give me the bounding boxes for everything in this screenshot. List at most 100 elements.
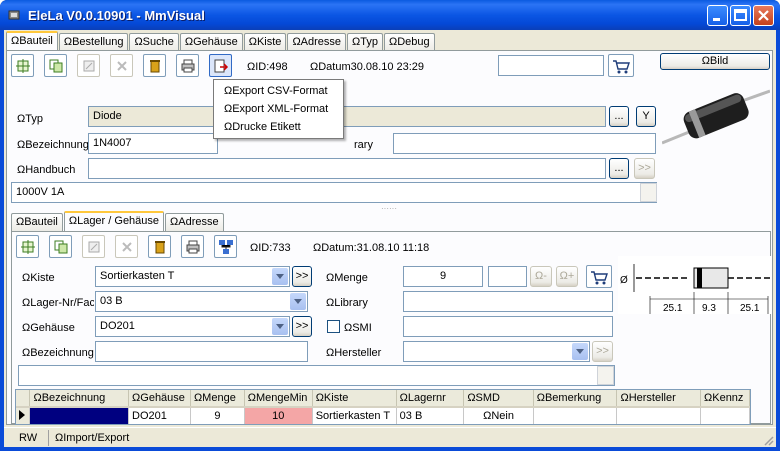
new-record-button[interactable] <box>11 54 34 77</box>
col-lagernr[interactable]: ΩLagernr <box>396 390 465 408</box>
tab-bestellung[interactable]: ΩBestellung <box>58 33 129 51</box>
typ-y-button[interactable]: Y <box>636 106 656 127</box>
lager-network-button[interactable] <box>214 235 237 258</box>
tab-suche[interactable]: ΩSuche <box>129 33 179 51</box>
lager-nr-dropdown[interactable]: 03 B <box>95 291 308 312</box>
col-gehaeuse[interactable]: ΩGehäuse <box>128 390 191 408</box>
app-window: EleLa V0.0.10901 - MmVisual ΩBauteil ΩBe… <box>0 0 780 451</box>
cancel-record-button[interactable] <box>110 54 133 77</box>
col-bezeichnung[interactable]: ΩBezeichnung <box>29 390 130 408</box>
lager-bezeichnung-field[interactable] <box>95 341 308 362</box>
smd-checkbox[interactable] <box>327 320 340 333</box>
copy-record-button[interactable] <box>44 54 67 77</box>
cell-mengemin[interactable]: 10 <box>244 407 313 424</box>
tab-debug[interactable]: ΩDebug <box>383 33 435 51</box>
menu-export-xml[interactable]: ΩExport XML-Format <box>214 101 343 119</box>
splitter-bottom[interactable]: ······ <box>381 381 397 390</box>
subtab-lager-gehaeuse[interactable]: ΩLager / Gehäuse <box>63 211 165 231</box>
col-kiste[interactable]: ΩKiste <box>312 390 397 408</box>
export-menu: ΩExport CSV-Format ΩExport XML-Format ΩD… <box>213 79 344 139</box>
menge-minus-button[interactable]: Ω- <box>530 266 552 287</box>
menu-export-csv[interactable]: ΩExport CSV-Format <box>214 83 343 101</box>
col-kennz[interactable]: ΩKennz <box>700 390 750 408</box>
search-field[interactable] <box>498 55 604 76</box>
cart-button[interactable] <box>608 54 634 77</box>
hersteller-open-button[interactable]: >> <box>592 341 613 362</box>
cell-kennz[interactable] <box>700 407 750 424</box>
handbuch-browse-button[interactable]: ... <box>609 158 629 179</box>
chevron-down-icon[interactable] <box>272 268 288 285</box>
col-menge[interactable]: ΩMenge <box>190 390 245 408</box>
edit-record-button[interactable] <box>77 54 100 77</box>
menge-step-field[interactable] <box>488 266 527 287</box>
close-button[interactable] <box>753 5 774 26</box>
grid-header-row: ΩBezeichnung ΩGehäuse ΩMenge ΩMengeMin Ω… <box>16 390 750 408</box>
chevron-down-icon[interactable] <box>272 318 288 335</box>
shopping-cart-icon <box>613 60 630 74</box>
lager-notes-scrollbar[interactable] <box>597 366 614 385</box>
cell-gehaeuse[interactable]: DO201 <box>128 407 191 424</box>
export-icon <box>214 59 229 73</box>
lager-grid[interactable]: ΩBezeichnung ΩGehäuse ΩMenge ΩMengeMin Ω… <box>15 389 751 425</box>
hersteller-dropdown[interactable] <box>403 341 590 362</box>
gehaeuse-dropdown[interactable]: DO201 <box>95 316 290 337</box>
tab-bauteil[interactable]: ΩBauteil <box>6 31 58 51</box>
cell-kiste[interactable]: Sortierkasten T <box>312 407 397 424</box>
chevron-down-icon[interactable] <box>572 343 588 360</box>
chevron-down-icon[interactable] <box>290 293 306 310</box>
lager-library-field[interactable] <box>403 291 613 312</box>
col-hersteller[interactable]: ΩHersteller <box>616 390 702 408</box>
handbuch-field[interactable] <box>88 158 606 179</box>
menge-plus-button[interactable]: Ω+ <box>556 266 578 287</box>
cell-lagernr[interactable]: 03 B <box>396 407 465 424</box>
cell-smd[interactable]: ΩNein <box>463 407 534 424</box>
beschreibung-scrollbar[interactable] <box>640 183 657 202</box>
cell-menge[interactable]: 9 <box>190 407 245 424</box>
splitter-top[interactable]: ······ <box>381 204 397 213</box>
cell-bezeichnung[interactable] <box>29 407 130 424</box>
cell-hersteller[interactable] <box>616 407 702 424</box>
menge-field[interactable]: 9 <box>403 266 483 287</box>
table-row[interactable]: DO201 9 10 Sortierkasten T 03 B ΩNein <box>16 407 750 424</box>
lager-print-button[interactable] <box>181 235 204 258</box>
gehaeuse-open-button[interactable]: >> <box>292 316 312 337</box>
title-bar[interactable]: EleLa V0.0.10901 - MmVisual <box>0 0 780 30</box>
lager-new-button[interactable] <box>16 235 39 258</box>
delete-record-button[interactable] <box>143 54 166 77</box>
record-id: ΩID:498 <box>247 61 288 73</box>
col-bemerkung[interactable]: ΩBemerkung <box>533 390 618 408</box>
tab-adresse[interactable]: ΩAdresse <box>287 33 347 51</box>
bild-button[interactable]: ΩBild <box>660 53 770 70</box>
typ-field[interactable]: Diode <box>88 106 606 127</box>
lager-delete-button[interactable] <box>148 235 171 258</box>
kiste-dropdown[interactable]: Sortierkasten T <box>95 266 290 287</box>
copy-icon <box>54 240 68 254</box>
smd-field[interactable] <box>403 316 613 337</box>
beschreibung-field[interactable]: 1000V 1A <box>11 182 657 203</box>
handbuch-open-button[interactable]: >> <box>634 158 655 179</box>
tab-kiste[interactable]: ΩKiste <box>243 33 287 51</box>
col-smd[interactable]: ΩSMD <box>463 390 534 408</box>
typ-browse-button[interactable]: ... <box>609 106 629 127</box>
copy-icon <box>49 59 63 73</box>
lager-cart-button[interactable] <box>586 265 612 288</box>
print-button[interactable] <box>176 54 199 77</box>
cell-bemerkung[interactable] <box>533 407 618 424</box>
lager-notes-field[interactable] <box>18 365 615 386</box>
library-field[interactable] <box>393 133 656 154</box>
subtab-adresse[interactable]: ΩAdresse <box>165 213 224 231</box>
subtab-bauteil[interactable]: ΩBauteil <box>11 213 63 231</box>
minimize-button[interactable] <box>707 5 728 26</box>
maximize-button[interactable] <box>730 5 751 26</box>
tab-typ[interactable]: ΩTyp <box>347 33 383 51</box>
lager-edit-button[interactable] <box>82 235 105 258</box>
resize-grip-icon[interactable] <box>762 434 774 446</box>
kiste-open-button[interactable]: >> <box>292 266 312 287</box>
menu-print-label[interactable]: ΩDrucke Etikett <box>214 119 343 137</box>
tab-gehaeuse[interactable]: ΩGehäuse <box>179 33 243 51</box>
col-mengemin[interactable]: ΩMengeMin <box>244 390 313 408</box>
lager-copy-button[interactable] <box>49 235 72 258</box>
bezeichnung-field[interactable]: 1N4007 <box>88 133 218 154</box>
lager-cancel-button[interactable] <box>115 235 138 258</box>
export-button[interactable] <box>209 54 232 77</box>
